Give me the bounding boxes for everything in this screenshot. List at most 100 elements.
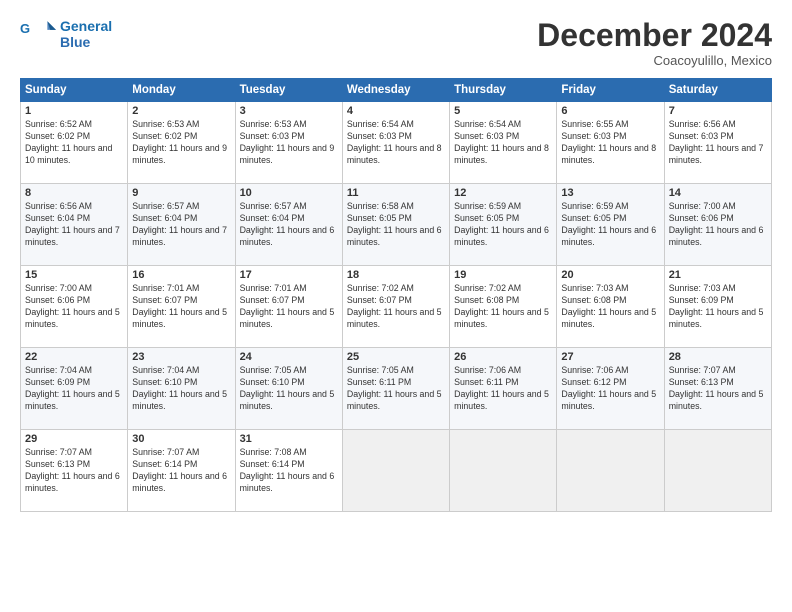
table-row: 21 Sunrise: 7:03 AMSunset: 6:09 PMDaylig… (664, 266, 771, 348)
day-number: 12 (454, 187, 552, 199)
table-row: 3 Sunrise: 6:53 AMSunset: 6:03 PMDayligh… (235, 102, 342, 184)
table-row (664, 430, 771, 512)
cell-info: Sunrise: 7:01 AMSunset: 6:07 PMDaylight:… (132, 283, 227, 329)
table-row: 10 Sunrise: 6:57 AMSunset: 6:04 PMDaylig… (235, 184, 342, 266)
day-number: 19 (454, 269, 552, 281)
cell-info: Sunrise: 6:54 AMSunset: 6:03 PMDaylight:… (454, 119, 549, 165)
day-number: 6 (561, 105, 659, 117)
day-number: 31 (240, 433, 338, 445)
day-number: 25 (347, 351, 445, 363)
calendar-week-row: 29 Sunrise: 7:07 AMSunset: 6:13 PMDaylig… (21, 430, 772, 512)
day-number: 18 (347, 269, 445, 281)
day-number: 1 (25, 105, 123, 117)
cell-info: Sunrise: 7:01 AMSunset: 6:07 PMDaylight:… (240, 283, 335, 329)
day-number: 20 (561, 269, 659, 281)
table-row: 22 Sunrise: 7:04 AMSunset: 6:09 PMDaylig… (21, 348, 128, 430)
table-row: 6 Sunrise: 6:55 AMSunset: 6:03 PMDayligh… (557, 102, 664, 184)
day-number: 16 (132, 269, 230, 281)
day-number: 4 (347, 105, 445, 117)
cell-info: Sunrise: 7:08 AMSunset: 6:14 PMDaylight:… (240, 447, 335, 493)
table-row: 5 Sunrise: 6:54 AMSunset: 6:03 PMDayligh… (450, 102, 557, 184)
table-row: 24 Sunrise: 7:05 AMSunset: 6:10 PMDaylig… (235, 348, 342, 430)
day-number: 5 (454, 105, 552, 117)
day-number: 7 (669, 105, 767, 117)
calendar-week-row: 8 Sunrise: 6:56 AMSunset: 6:04 PMDayligh… (21, 184, 772, 266)
cell-info: Sunrise: 7:03 AMSunset: 6:09 PMDaylight:… (669, 283, 764, 329)
cell-info: Sunrise: 7:02 AMSunset: 6:08 PMDaylight:… (454, 283, 549, 329)
title-block: December 2024 Coacoyulillo, Mexico (537, 18, 772, 68)
cell-info: Sunrise: 7:05 AMSunset: 6:10 PMDaylight:… (240, 365, 335, 411)
day-number: 10 (240, 187, 338, 199)
table-row: 8 Sunrise: 6:56 AMSunset: 6:04 PMDayligh… (21, 184, 128, 266)
cell-info: Sunrise: 6:53 AMSunset: 6:02 PMDaylight:… (132, 119, 227, 165)
table-row: 25 Sunrise: 7:05 AMSunset: 6:11 PMDaylig… (342, 348, 449, 430)
day-number: 22 (25, 351, 123, 363)
table-row: 28 Sunrise: 7:07 AMSunset: 6:13 PMDaylig… (664, 348, 771, 430)
cell-info: Sunrise: 7:03 AMSunset: 6:08 PMDaylight:… (561, 283, 656, 329)
table-row (557, 430, 664, 512)
day-number: 21 (669, 269, 767, 281)
table-row: 14 Sunrise: 7:00 AMSunset: 6:06 PMDaylig… (664, 184, 771, 266)
table-row: 12 Sunrise: 6:59 AMSunset: 6:05 PMDaylig… (450, 184, 557, 266)
col-monday: Monday (128, 79, 235, 102)
calendar-page: G General Blue December 2024 Coacoyulill… (0, 0, 792, 612)
location: Coacoyulillo, Mexico (537, 53, 772, 68)
day-number: 2 (132, 105, 230, 117)
table-row: 2 Sunrise: 6:53 AMSunset: 6:02 PMDayligh… (128, 102, 235, 184)
day-number: 27 (561, 351, 659, 363)
cell-info: Sunrise: 7:06 AMSunset: 6:12 PMDaylight:… (561, 365, 656, 411)
calendar-table: Sunday Monday Tuesday Wednesday Thursday… (20, 78, 772, 512)
table-row: 9 Sunrise: 6:57 AMSunset: 6:04 PMDayligh… (128, 184, 235, 266)
cell-info: Sunrise: 6:56 AMSunset: 6:04 PMDaylight:… (25, 201, 120, 247)
day-number: 30 (132, 433, 230, 445)
calendar-week-row: 1 Sunrise: 6:52 AMSunset: 6:02 PMDayligh… (21, 102, 772, 184)
cell-info: Sunrise: 6:56 AMSunset: 6:03 PMDaylight:… (669, 119, 764, 165)
day-number: 28 (669, 351, 767, 363)
table-row: 30 Sunrise: 7:07 AMSunset: 6:14 PMDaylig… (128, 430, 235, 512)
cell-info: Sunrise: 7:04 AMSunset: 6:10 PMDaylight:… (132, 365, 227, 411)
day-number: 9 (132, 187, 230, 199)
table-row: 26 Sunrise: 7:06 AMSunset: 6:11 PMDaylig… (450, 348, 557, 430)
cell-info: Sunrise: 6:57 AMSunset: 6:04 PMDaylight:… (132, 201, 227, 247)
table-row: 16 Sunrise: 7:01 AMSunset: 6:07 PMDaylig… (128, 266, 235, 348)
col-tuesday: Tuesday (235, 79, 342, 102)
col-friday: Friday (557, 79, 664, 102)
day-number: 17 (240, 269, 338, 281)
table-row: 20 Sunrise: 7:03 AMSunset: 6:08 PMDaylig… (557, 266, 664, 348)
cell-info: Sunrise: 7:06 AMSunset: 6:11 PMDaylight:… (454, 365, 549, 411)
header: G General Blue December 2024 Coacoyulill… (20, 18, 772, 68)
table-row: 1 Sunrise: 6:52 AMSunset: 6:02 PMDayligh… (21, 102, 128, 184)
table-row: 13 Sunrise: 6:59 AMSunset: 6:05 PMDaylig… (557, 184, 664, 266)
day-number: 24 (240, 351, 338, 363)
cell-info: Sunrise: 7:05 AMSunset: 6:11 PMDaylight:… (347, 365, 442, 411)
cell-info: Sunrise: 7:07 AMSunset: 6:13 PMDaylight:… (25, 447, 120, 493)
calendar-week-row: 15 Sunrise: 7:00 AMSunset: 6:06 PMDaylig… (21, 266, 772, 348)
cell-info: Sunrise: 7:00 AMSunset: 6:06 PMDaylight:… (669, 201, 764, 247)
day-number: 11 (347, 187, 445, 199)
table-row: 31 Sunrise: 7:08 AMSunset: 6:14 PMDaylig… (235, 430, 342, 512)
cell-info: Sunrise: 6:54 AMSunset: 6:03 PMDaylight:… (347, 119, 442, 165)
table-row: 29 Sunrise: 7:07 AMSunset: 6:13 PMDaylig… (21, 430, 128, 512)
calendar-week-row: 22 Sunrise: 7:04 AMSunset: 6:09 PMDaylig… (21, 348, 772, 430)
cell-info: Sunrise: 7:00 AMSunset: 6:06 PMDaylight:… (25, 283, 120, 329)
day-number: 13 (561, 187, 659, 199)
day-number: 29 (25, 433, 123, 445)
cell-info: Sunrise: 7:04 AMSunset: 6:09 PMDaylight:… (25, 365, 120, 411)
cell-info: Sunrise: 6:58 AMSunset: 6:05 PMDaylight:… (347, 201, 442, 247)
table-row: 23 Sunrise: 7:04 AMSunset: 6:10 PMDaylig… (128, 348, 235, 430)
logo: G General Blue (20, 18, 112, 54)
day-number: 26 (454, 351, 552, 363)
cell-info: Sunrise: 6:52 AMSunset: 6:02 PMDaylight:… (25, 119, 112, 165)
table-row: 7 Sunrise: 6:56 AMSunset: 6:03 PMDayligh… (664, 102, 771, 184)
day-number: 15 (25, 269, 123, 281)
cell-info: Sunrise: 7:02 AMSunset: 6:07 PMDaylight:… (347, 283, 442, 329)
table-row: 11 Sunrise: 6:58 AMSunset: 6:05 PMDaylig… (342, 184, 449, 266)
col-saturday: Saturday (664, 79, 771, 102)
col-thursday: Thursday (450, 79, 557, 102)
cell-info: Sunrise: 6:55 AMSunset: 6:03 PMDaylight:… (561, 119, 656, 165)
cell-info: Sunrise: 7:07 AMSunset: 6:13 PMDaylight:… (669, 365, 764, 411)
table-row: 27 Sunrise: 7:06 AMSunset: 6:12 PMDaylig… (557, 348, 664, 430)
day-number: 14 (669, 187, 767, 199)
cell-info: Sunrise: 6:53 AMSunset: 6:03 PMDaylight:… (240, 119, 335, 165)
table-row: 15 Sunrise: 7:00 AMSunset: 6:06 PMDaylig… (21, 266, 128, 348)
